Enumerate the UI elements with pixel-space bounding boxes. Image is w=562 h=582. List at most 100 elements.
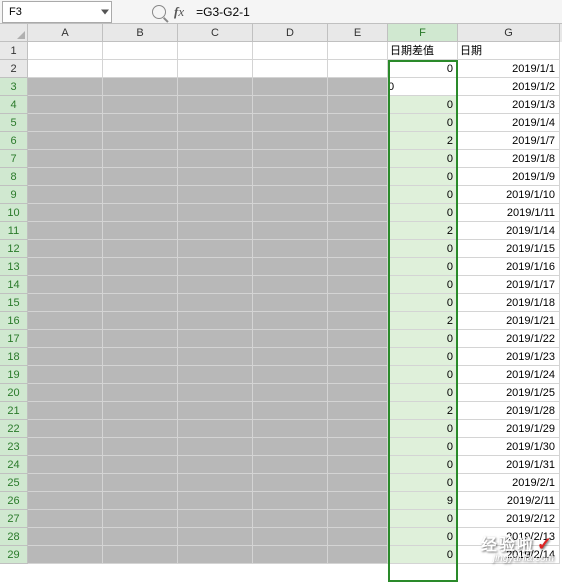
- cell[interactable]: [103, 330, 178, 348]
- row-header[interactable]: 24: [0, 456, 28, 474]
- cell[interactable]: [178, 78, 253, 96]
- cell[interactable]: [328, 330, 388, 348]
- cell[interactable]: [178, 42, 253, 60]
- cell-f[interactable]: 0: [388, 510, 458, 528]
- cell[interactable]: [103, 96, 178, 114]
- cell[interactable]: [28, 330, 103, 348]
- cell[interactable]: [103, 294, 178, 312]
- cell[interactable]: [178, 348, 253, 366]
- cell[interactable]: [328, 492, 388, 510]
- cell[interactable]: [103, 384, 178, 402]
- cell[interactable]: [328, 456, 388, 474]
- cell-g[interactable]: 2019/1/15: [458, 240, 560, 258]
- cell[interactable]: [253, 258, 328, 276]
- row-header[interactable]: 9: [0, 186, 28, 204]
- cell[interactable]: [328, 348, 388, 366]
- cell[interactable]: [328, 546, 388, 564]
- cell[interactable]: [28, 492, 103, 510]
- cell[interactable]: [328, 222, 388, 240]
- cell[interactable]: [28, 384, 103, 402]
- cell-g[interactable]: 2019/2/13: [458, 528, 560, 546]
- cell[interactable]: [28, 222, 103, 240]
- cell-f[interactable]: 0: [388, 546, 458, 564]
- cell[interactable]: [28, 348, 103, 366]
- cell[interactable]: [253, 384, 328, 402]
- column-header-D[interactable]: D: [253, 24, 328, 42]
- cell-f[interactable]: 0: [388, 330, 458, 348]
- cell[interactable]: [328, 402, 388, 420]
- cell[interactable]: [328, 114, 388, 132]
- row-header[interactable]: 5: [0, 114, 28, 132]
- cell[interactable]: [178, 510, 253, 528]
- cell[interactable]: [178, 186, 253, 204]
- cell[interactable]: [178, 384, 253, 402]
- cell[interactable]: [253, 186, 328, 204]
- cell[interactable]: [253, 150, 328, 168]
- cell-f[interactable]: 0: [388, 114, 458, 132]
- cell[interactable]: [178, 456, 253, 474]
- cell[interactable]: [103, 528, 178, 546]
- row-header[interactable]: 19: [0, 366, 28, 384]
- cell[interactable]: [103, 312, 178, 330]
- cell[interactable]: [178, 330, 253, 348]
- cell[interactable]: [253, 492, 328, 510]
- cell-f[interactable]: 0: [388, 456, 458, 474]
- cell[interactable]: [103, 366, 178, 384]
- cell[interactable]: [28, 402, 103, 420]
- row-header[interactable]: 12: [0, 240, 28, 258]
- cell-f[interactable]: 2: [388, 312, 458, 330]
- row-header[interactable]: 18: [0, 348, 28, 366]
- cell[interactable]: [178, 258, 253, 276]
- cell-f[interactable]: 0: [388, 150, 458, 168]
- cell[interactable]: [28, 366, 103, 384]
- cell[interactable]: [178, 204, 253, 222]
- cell[interactable]: [178, 528, 253, 546]
- cell[interactable]: [253, 510, 328, 528]
- cell[interactable]: [28, 96, 103, 114]
- column-header-C[interactable]: C: [178, 24, 253, 42]
- cell[interactable]: [328, 204, 388, 222]
- cell-g[interactable]: 2019/2/12: [458, 510, 560, 528]
- row-header[interactable]: 15: [0, 294, 28, 312]
- cell-g[interactable]: 2019/1/23: [458, 348, 560, 366]
- formula-input[interactable]: =G3-G2-1: [188, 5, 250, 19]
- cell[interactable]: [328, 384, 388, 402]
- cell-g[interactable]: 2019/2/1: [458, 474, 560, 492]
- cell[interactable]: [178, 420, 253, 438]
- cell-f[interactable]: 0: [388, 420, 458, 438]
- cell[interactable]: [178, 294, 253, 312]
- cell[interactable]: [103, 402, 178, 420]
- cell[interactable]: [328, 294, 388, 312]
- cell[interactable]: [28, 258, 103, 276]
- cell[interactable]: [103, 510, 178, 528]
- cell[interactable]: [328, 240, 388, 258]
- cell[interactable]: [28, 276, 103, 294]
- cell[interactable]: [253, 240, 328, 258]
- cell[interactable]: [103, 348, 178, 366]
- cell[interactable]: [103, 546, 178, 564]
- cell[interactable]: [253, 366, 328, 384]
- cell[interactable]: [178, 402, 253, 420]
- cell[interactable]: [178, 114, 253, 132]
- cell-f[interactable]: 9: [388, 492, 458, 510]
- row-header[interactable]: 14: [0, 276, 28, 294]
- cell[interactable]: [328, 42, 388, 60]
- cell-f[interactable]: 0: [388, 528, 458, 546]
- cell[interactable]: [103, 78, 178, 96]
- cell[interactable]: [328, 528, 388, 546]
- cell[interactable]: [178, 312, 253, 330]
- cell-f[interactable]: 0: [388, 168, 458, 186]
- cell[interactable]: [253, 276, 328, 294]
- cell-g[interactable]: 2019/1/22: [458, 330, 560, 348]
- column-header-A[interactable]: A: [28, 24, 103, 42]
- cell-f[interactable]: 0: [388, 384, 458, 402]
- cell-g[interactable]: 2019/2/14: [458, 546, 560, 564]
- cell[interactable]: [328, 312, 388, 330]
- cell[interactable]: [103, 276, 178, 294]
- cell-g[interactable]: 2019/1/18: [458, 294, 560, 312]
- cell-g[interactable]: 2019/1/29: [458, 420, 560, 438]
- cell[interactable]: [253, 330, 328, 348]
- cell[interactable]: [253, 114, 328, 132]
- cell[interactable]: [253, 456, 328, 474]
- cell[interactable]: [103, 420, 178, 438]
